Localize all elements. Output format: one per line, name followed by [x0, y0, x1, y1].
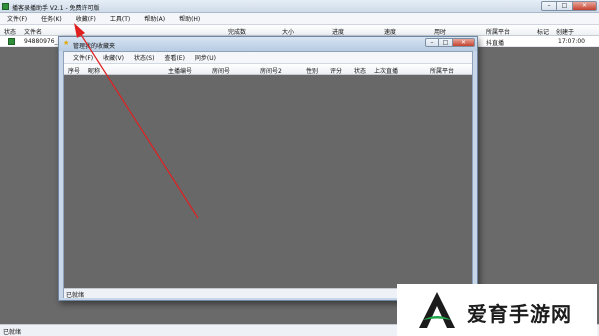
- app-icon: [2, 3, 9, 10]
- window-title: 播客录播助手 V2.1 - 免费许可版: [12, 5, 100, 12]
- dialog-status-text: 已就绪: [66, 292, 85, 299]
- dcol-status[interactable]: 状态: [354, 66, 366, 75]
- menu-bar: 文件(F) 任务(K) 收藏(F) 工具(T) 帮助(A) 帮助(H): [0, 13, 599, 25]
- dialog-menu-view[interactable]: 查看(E): [159, 53, 189, 62]
- dcol-anchor-id[interactable]: 主播编号: [168, 66, 192, 75]
- row-created: 17:07:00: [558, 38, 585, 45]
- dialog-close-button[interactable]: ✕: [453, 38, 475, 47]
- window-controls: – □ ✕: [541, 1, 597, 12]
- list-header: 状态 文件名 完成数 大小 进度 速度 用时 所属平台 标记 创建于: [0, 25, 599, 36]
- dialog-menu-file[interactable]: 文件(F): [68, 53, 98, 62]
- favorites-dialog: ★ 管理我的收藏夹 – □ ✕ 文件(F) 收藏(V) 状态(S) 查看(E) …: [58, 36, 478, 301]
- dcol-platform[interactable]: 所属平台: [430, 66, 454, 75]
- dialog-menu-status[interactable]: 状态(S): [129, 53, 160, 62]
- dcol-room2[interactable]: 房间号2: [260, 66, 282, 75]
- dialog-minimize-button[interactable]: –: [425, 38, 439, 47]
- menu-help-a[interactable]: 帮助(A): [137, 14, 172, 23]
- dialog-title: 管理我的收藏夹: [73, 43, 116, 50]
- dialog-content: 文件(F) 收藏(V) 状态(S) 查看(E) 同步(U) 序号 昵称 主播编号…: [63, 51, 473, 299]
- dialog-list-body: [64, 75, 472, 288]
- dcol-rating[interactable]: 评分: [330, 66, 342, 75]
- dcol-gender[interactable]: 性别: [306, 66, 318, 75]
- minimize-button[interactable]: –: [541, 1, 557, 11]
- status-text: 已就绪: [3, 329, 22, 336]
- record-icon: [8, 38, 15, 45]
- col-status[interactable]: 状态: [4, 27, 16, 36]
- watermark-text: 爱育手游网: [467, 302, 572, 326]
- star-icon: ★: [63, 39, 70, 47]
- col-progress[interactable]: 进度: [332, 27, 344, 36]
- maximize-button[interactable]: □: [557, 1, 573, 11]
- col-size[interactable]: 大小: [282, 27, 294, 36]
- dialog-list-header: 序号 昵称 主播编号 房间号 房间号2 性别 评分 状态 上次直播 所属平台: [64, 64, 472, 75]
- dialog-menu-sync[interactable]: 同步(U): [190, 53, 221, 62]
- col-platform[interactable]: 所属平台: [486, 27, 510, 36]
- menu-favorites[interactable]: 收藏(F): [69, 14, 103, 23]
- dcol-last-live[interactable]: 上次直播: [374, 66, 398, 75]
- col-created[interactable]: 创建于: [556, 27, 574, 36]
- col-mark[interactable]: 标记: [537, 27, 549, 36]
- menu-task[interactable]: 任务(K): [34, 14, 69, 23]
- row-platform: 抖直播: [486, 40, 505, 47]
- watermark: 爱育手游网: [397, 284, 597, 336]
- close-button[interactable]: ✕: [573, 1, 597, 11]
- col-time[interactable]: 用时: [434, 27, 446, 36]
- dcol-room[interactable]: 房间号: [212, 66, 230, 75]
- menu-tools[interactable]: 工具(T): [103, 14, 137, 23]
- col-completed[interactable]: 完成数: [228, 27, 246, 36]
- col-filename[interactable]: 文件名: [24, 27, 42, 36]
- dialog-menu-bar: 文件(F) 收藏(V) 状态(S) 查看(E) 同步(U): [64, 52, 472, 64]
- col-speed[interactable]: 速度: [384, 27, 396, 36]
- dialog-title-bar[interactable]: ★ 管理我的收藏夹 – □ ✕: [59, 37, 477, 51]
- menu-help[interactable]: 帮助(H): [172, 14, 207, 23]
- dcol-nickname[interactable]: 昵称: [88, 66, 100, 75]
- dialog-menu-favorites[interactable]: 收藏(V): [98, 53, 129, 62]
- dcol-index[interactable]: 序号: [68, 66, 80, 75]
- menu-file[interactable]: 文件(F): [0, 14, 34, 23]
- title-bar: 播客录播助手 V2.1 - 免费许可版 – □ ✕: [0, 0, 599, 13]
- dialog-maximize-button[interactable]: □: [439, 38, 453, 47]
- watermark-logo-icon: [419, 292, 455, 328]
- dialog-controls: – □ ✕: [425, 38, 475, 47]
